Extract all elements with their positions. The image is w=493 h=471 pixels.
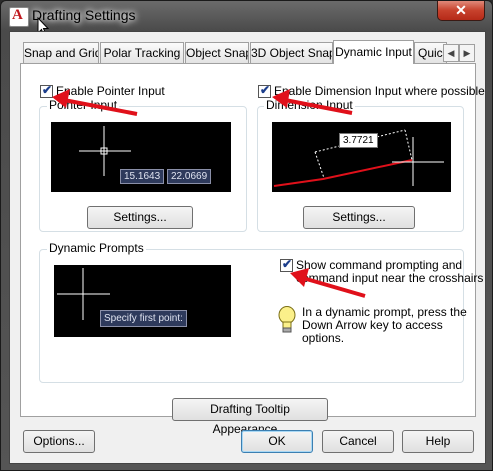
options-button[interactable]: Options... [23, 430, 95, 453]
enable-pointer-input-label[interactable]: Enable Pointer Input [56, 84, 165, 98]
help-button[interactable]: Help [402, 430, 474, 453]
pointer-input-group-label: Pointer Input [47, 98, 120, 112]
tip-text-line3: options. [302, 331, 345, 345]
dimension-input-group-label: Dimension Input [264, 98, 355, 112]
dynamic-input-panel: ✔ Enable Pointer Input ✔ Enable Dimensio… [20, 63, 485, 436]
tab-object-snap[interactable]: Object Snap [185, 42, 249, 63]
checkmark-icon: ✔ [260, 83, 271, 97]
dialog-client-area: Snap and Grid Polar Tracking Object Snap… [9, 31, 486, 464]
enable-dimension-input-checkbox[interactable]: ✔ [258, 83, 271, 98]
show-command-prompting-checkbox[interactable]: ✔ [280, 257, 293, 272]
show-command-prompting-label-line1[interactable]: Show command prompting and [296, 258, 462, 272]
dynamic-prompts-group-label: Dynamic Prompts [47, 241, 146, 255]
chevron-left-icon: ◀ [447, 48, 455, 58]
pointer-x-coordinate: 15.1643 [120, 169, 165, 184]
show-command-prompting-label-line2[interactable]: command input near the crosshairs [296, 271, 483, 285]
dynamic-prompts-preview: Specify first point: [54, 265, 231, 337]
pointer-input-preview: 15.1643 22.0669 [51, 122, 231, 192]
tab-scroll-left-button[interactable]: ◀ [443, 44, 459, 62]
enable-pointer-input-checkbox[interactable]: ✔ [40, 83, 53, 98]
close-icon: ✕ [455, 2, 467, 18]
cancel-button[interactable]: Cancel [322, 430, 394, 453]
prompt-tooltip: Specify first point: [100, 310, 187, 327]
lightbulb-icon [278, 306, 296, 333]
ok-button[interactable]: OK [241, 430, 313, 453]
enable-dimension-input-label[interactable]: Enable Dimension Input where possible [274, 84, 485, 98]
tab-3d-object-snap[interactable]: 3D Object Snap [250, 42, 333, 63]
chevron-right-icon: ▶ [463, 48, 471, 58]
tab-dynamic-input[interactable]: Dynamic Input [333, 40, 414, 64]
app-icon[interactable]: A [9, 7, 29, 27]
checkmark-icon: ✔ [282, 257, 293, 271]
pointer-settings-button[interactable]: Settings... [87, 206, 193, 229]
dimension-input-preview: 3.7721 [272, 122, 451, 192]
tip-text-line2: Down Arrow key to access [302, 318, 443, 332]
tab-scroll-right-button[interactable]: ▶ [459, 44, 475, 62]
drafting-tooltip-appearance-button[interactable]: Drafting Tooltip Appearance... [172, 398, 328, 436]
pointer-y-coordinate: 22.0669 [167, 169, 212, 184]
drafting-settings-window: A Drafting Settings ✕ Snap and Grid Pola… [0, 0, 493, 471]
tab-polar-tracking[interactable]: Polar Tracking [100, 42, 184, 63]
title-bar[interactable]: A Drafting Settings ✕ [1, 1, 492, 37]
checkmark-icon: ✔ [42, 83, 53, 97]
dimension-settings-button[interactable]: Settings... [303, 206, 415, 229]
tab-snap-and-grid[interactable]: Snap and Grid [23, 42, 99, 63]
dimension-value-field: 3.7721 [339, 133, 378, 148]
close-button[interactable]: ✕ [437, 1, 485, 21]
tip-text-line1: In a dynamic prompt, press the [302, 305, 467, 319]
app-icon-glyph: A [12, 7, 23, 23]
